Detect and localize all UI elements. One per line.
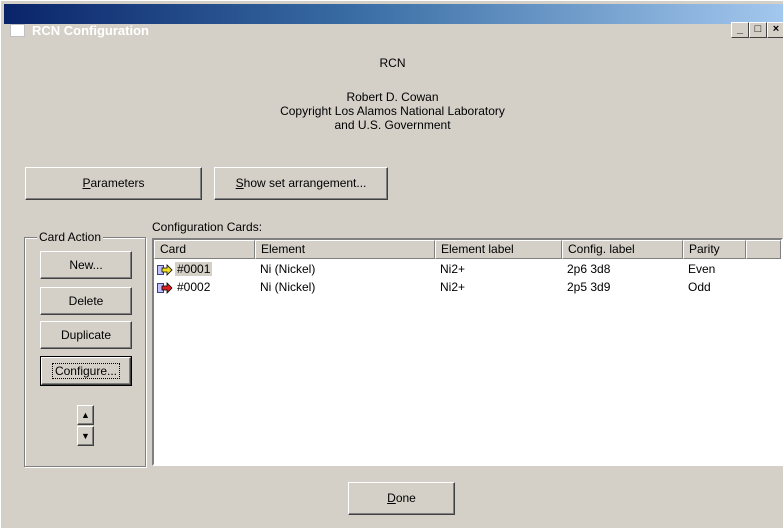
- column-header-card[interactable]: Card: [154, 240, 255, 259]
- copyright-text: Copyright Los Alamos National Laboratory: [280, 104, 505, 118]
- configure-label: Configure...: [51, 363, 121, 379]
- card-cell: #0002: [157, 278, 212, 296]
- author-text: Robert D. Cowan: [346, 90, 439, 104]
- done-mnemonic: D: [387, 491, 396, 505]
- configure-card-button[interactable]: Configure...: [40, 356, 132, 386]
- card-id: #0001: [175, 262, 213, 276]
- done-label: one: [395, 491, 416, 505]
- maximize-button[interactable]: □: [749, 22, 767, 38]
- table-row[interactable]: #0002 Ni (Nickel) Ni2+ 2p5 3d9 Odd: [154, 278, 781, 296]
- yellow-arrow-icon: [157, 263, 173, 276]
- close-button[interactable]: ×: [767, 22, 783, 38]
- red-arrow-icon: [157, 281, 173, 294]
- column-header-config-label[interactable]: Config. label: [562, 240, 683, 259]
- copyright-text-2: and U.S. Government: [334, 118, 451, 132]
- parameters-button[interactable]: Parameters: [25, 167, 202, 200]
- table-row[interactable]: #0001 Ni (Nickel) Ni2+ 2p6 3d8 Even: [154, 260, 781, 278]
- column-header-parity[interactable]: Parity: [683, 240, 746, 259]
- config-label-cell: 2p6 3d8: [567, 262, 611, 276]
- element-cell: Ni (Nickel): [260, 280, 316, 294]
- show-mnemonic: S: [235, 176, 244, 190]
- column-header-element-label[interactable]: Element label: [435, 240, 562, 259]
- show-label: how set arrangement...: [243, 176, 367, 190]
- configuration-cards-list[interactable]: Card Element Element label Config. label…: [152, 238, 783, 466]
- card-id: #0002: [177, 280, 211, 294]
- column-header-element[interactable]: Element: [255, 240, 435, 259]
- title-bar[interactable]: [4, 4, 783, 24]
- parity-cell: Even: [688, 262, 716, 276]
- app-name: RCN: [379, 56, 406, 70]
- delete-card-button[interactable]: Delete: [40, 287, 132, 315]
- parameters-label: arameters: [90, 176, 145, 190]
- card-cell: #0001: [157, 260, 213, 278]
- cards-label: Configuration Cards:: [152, 220, 263, 234]
- main-window: RCN Configuration _ □ × RCN Robert D. Co…: [0, 0, 783, 528]
- element-label-cell: Ni2+: [440, 262, 466, 276]
- duplicate-card-button[interactable]: Duplicate: [40, 321, 132, 349]
- move-up-button[interactable]: ▲: [77, 405, 94, 425]
- move-down-button[interactable]: ▼: [77, 426, 94, 446]
- app-icon: [10, 24, 25, 37]
- minimize-button[interactable]: _: [731, 22, 749, 38]
- done-button[interactable]: Done: [348, 482, 455, 515]
- config-label-cell: 2p5 3d9: [567, 280, 611, 294]
- parity-cell: Odd: [688, 280, 711, 294]
- column-header-filler: [746, 240, 781, 259]
- window-title: RCN Configuration: [32, 23, 149, 38]
- card-action-label: Card Action: [37, 230, 104, 244]
- element-cell: Ni (Nickel): [260, 262, 316, 276]
- new-card-button[interactable]: New...: [40, 251, 132, 279]
- element-label-cell: Ni2+: [440, 280, 466, 294]
- show-set-arrangement-button[interactable]: Show set arrangement...: [214, 167, 388, 200]
